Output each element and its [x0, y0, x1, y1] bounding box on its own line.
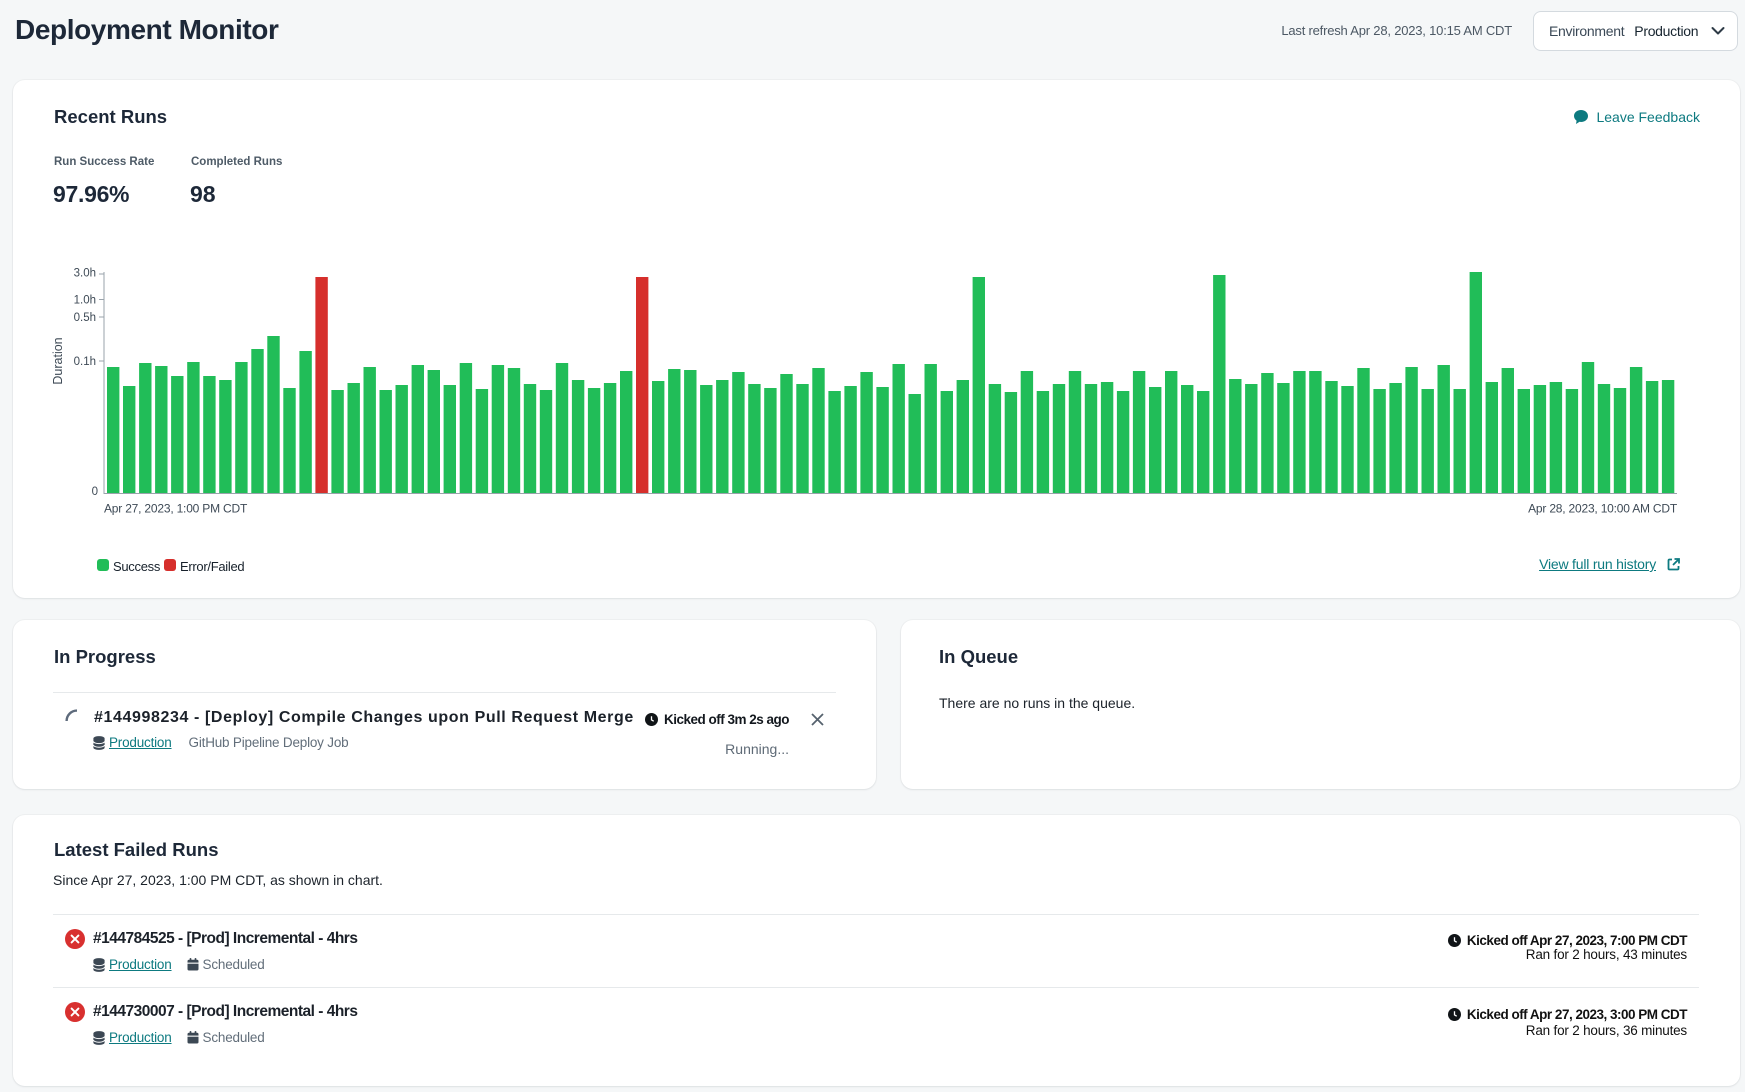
svg-text:Duration: Duration — [51, 337, 65, 384]
svg-text:3.0h: 3.0h — [74, 268, 96, 280]
svg-text:0: 0 — [92, 486, 98, 498]
svg-text:0.1h: 0.1h — [74, 356, 96, 368]
svg-text:1.0h: 1.0h — [74, 295, 96, 307]
svg-text:0.5h: 0.5h — [74, 312, 96, 324]
svg-text:Apr 28, 2023, 10:00 AM CDT: Apr 28, 2023, 10:00 AM CDT — [1528, 502, 1678, 516]
svg-text:Apr 27, 2023, 1:00 PM CDT: Apr 27, 2023, 1:00 PM CDT — [104, 502, 248, 516]
